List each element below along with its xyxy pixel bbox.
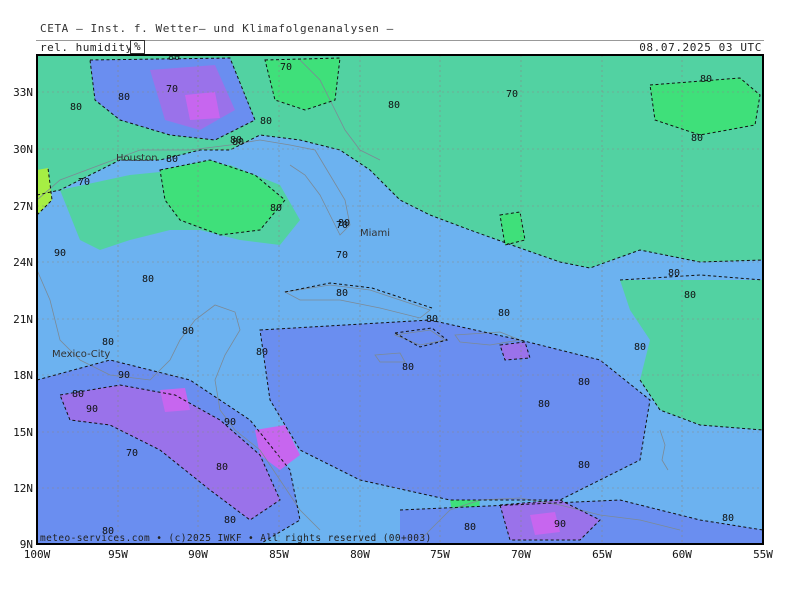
lon-label-75W: 75W: [430, 548, 450, 561]
field-sat-1: [160, 388, 190, 412]
contour-label: 80: [72, 389, 84, 400]
place-mexico-city: Mexico-City: [52, 349, 110, 360]
lat-label-15N: 15N: [13, 426, 33, 439]
humidity-map: 8080807070808080708080708080709080808080…: [13, 52, 774, 561]
contour-label: 80: [498, 308, 510, 319]
contour-label: 80: [388, 100, 400, 111]
lat-label-24N: 24N: [13, 256, 33, 269]
lon-label-60W: 60W: [672, 548, 692, 561]
contour-label: 90: [86, 404, 98, 415]
contour-label: 80: [691, 133, 703, 144]
contour-label: 90: [118, 370, 130, 381]
contour-label: 80: [102, 337, 114, 348]
contour-label: 70: [126, 448, 138, 459]
lat-label-21N: 21N: [13, 313, 33, 326]
contour-label: 80: [168, 52, 180, 63]
contour-label: 80: [402, 362, 414, 373]
lon-label-100W: 100W: [24, 548, 51, 561]
lon-label-70W: 70W: [511, 548, 531, 561]
copyright-footer: meteo-services.com • (c)2025 IWKF • All …: [40, 533, 432, 544]
latitude-axis: 33N30N27N24N21N18N15N12N9N: [13, 86, 33, 551]
lat-label-33N: 33N: [13, 86, 33, 99]
lon-label-95W: 95W: [108, 548, 128, 561]
place-miami: Miami: [360, 228, 390, 239]
humidity-field: 8080807070808080708080708080709080808080…: [37, 52, 763, 544]
field-sat-4: [185, 92, 220, 120]
contour-label: 80: [216, 462, 228, 473]
lon-label-85W: 85W: [269, 548, 289, 561]
lon-label-80W: 80W: [350, 548, 370, 561]
contour-label: 80: [118, 92, 130, 103]
place-houston: Houston: [116, 153, 158, 164]
contour-label: 80: [256, 347, 268, 358]
contour-label: 80: [668, 268, 680, 279]
longitude-axis: 100W 95W 90W 85W 80W 75W 70W 65W 60W 55W: [24, 548, 774, 561]
lat-label-30N: 30N: [13, 143, 33, 156]
contour-label: 80: [230, 135, 242, 146]
contour-label: 70: [166, 84, 178, 95]
lon-label-65W: 65W: [592, 548, 612, 561]
contour-label: 80: [70, 102, 82, 113]
lat-label-27N: 27N: [13, 200, 33, 213]
lon-label-90W: 90W: [188, 548, 208, 561]
contour-label: 80: [224, 515, 236, 526]
contour-label: 80: [538, 399, 550, 410]
contour-label: 70: [280, 62, 292, 73]
contour-label: 90: [54, 248, 66, 259]
lon-label-55W: 55W: [753, 548, 773, 561]
contour-label: 80: [142, 274, 154, 285]
lat-label-12N: 12N: [13, 482, 33, 495]
contour-label: 80: [336, 288, 348, 299]
contour-label: 90: [554, 519, 566, 530]
contour-label: 90: [224, 417, 236, 428]
contour-label: 70: [336, 250, 348, 261]
lat-label-18N: 18N: [13, 369, 33, 382]
contour-label: 80: [464, 522, 476, 533]
contour-label: 80: [634, 342, 646, 353]
contour-label: 70: [506, 89, 518, 100]
contour-label: 80: [166, 154, 178, 165]
contour-label: 80: [578, 460, 590, 471]
contour-label: 80: [578, 377, 590, 388]
contour-label: 80: [182, 326, 194, 337]
contour-label: 70: [78, 177, 90, 188]
contour-label: 80: [700, 74, 712, 85]
contour-label: 80: [722, 513, 734, 524]
contour-label: 80: [426, 314, 438, 325]
contour-label: 80: [338, 218, 350, 229]
contour-label: 80: [270, 203, 282, 214]
contour-label: 80: [684, 290, 696, 301]
contour-label: 80: [260, 116, 272, 127]
